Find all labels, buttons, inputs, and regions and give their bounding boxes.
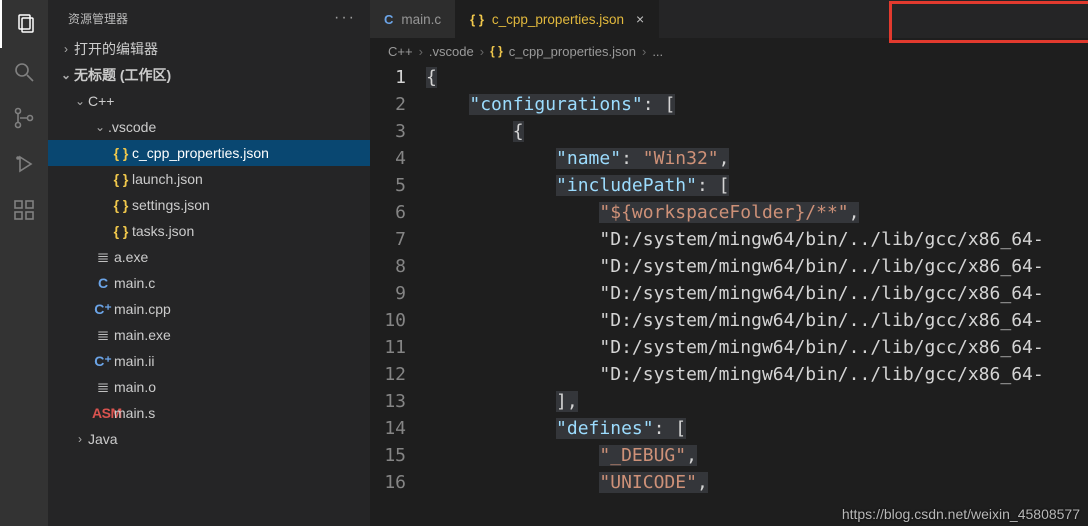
binary-file-icon — [92, 378, 114, 396]
binary-file-icon — [92, 326, 114, 344]
cpp-file-icon: C⁺ — [92, 301, 114, 318]
tab-label: c_cpp_properties.json — [492, 12, 624, 27]
file-label: main.ii — [114, 353, 154, 369]
file-label: a.exe — [114, 249, 148, 265]
file-label: tasks.json — [132, 223, 194, 239]
json-file-icon: { } — [490, 44, 503, 58]
file-label: main.c — [114, 275, 155, 291]
folder-label: Java — [88, 431, 118, 447]
file-launch-json[interactable]: { }launch.json — [48, 166, 370, 192]
file-c-cpp-properties[interactable]: { }c_cpp_properties.json — [48, 140, 370, 166]
file-label: settings.json — [132, 197, 210, 213]
tab-label: main.c — [401, 12, 441, 27]
files-icon[interactable] — [0, 0, 48, 48]
breadcrumb-part[interactable]: C++ — [388, 44, 413, 59]
file-main-s[interactable]: main.s — [48, 400, 370, 426]
file-label: launch.json — [132, 171, 203, 187]
close-icon[interactable]: × — [636, 11, 644, 27]
cpp-file-icon: C⁺ — [92, 353, 114, 370]
file-label: main.cpp — [114, 301, 171, 317]
json-file-icon: { } — [470, 12, 484, 27]
explorer-tree: ›打开的编辑器 ⌄无标题 (工作区) ⌄C++ ⌄.vscode { }c_cp… — [48, 36, 370, 526]
section-open-editors[interactable]: ›打开的编辑器 — [48, 36, 370, 62]
c-file-icon: C — [92, 275, 114, 291]
file-main-c[interactable]: Cmain.c — [48, 270, 370, 296]
source-control-icon[interactable] — [10, 104, 38, 132]
tab-c-cpp-properties[interactable]: { } c_cpp_properties.json × — [456, 0, 659, 38]
search-icon[interactable] — [10, 58, 38, 86]
file-main-exe[interactable]: main.exe — [48, 322, 370, 348]
extensions-icon[interactable] — [10, 196, 38, 224]
breadcrumb-part[interactable]: ... — [652, 44, 663, 59]
breadcrumb[interactable]: C++› .vscode› { } c_cpp_properties.json›… — [370, 38, 1088, 64]
sidebar: 资源管理器 ··· ›打开的编辑器 ⌄无标题 (工作区) ⌄C++ ⌄.vsco… — [48, 0, 370, 526]
folder-label: C++ — [88, 93, 114, 109]
folder-label: .vscode — [108, 119, 156, 135]
file-main-ii[interactable]: C⁺main.ii — [48, 348, 370, 374]
editor-area: C main.c { } c_cpp_properties.json × C++… — [370, 0, 1088, 526]
code-editor[interactable]: 12345678910111213141516 { "configuration… — [370, 64, 1088, 526]
debug-icon[interactable] — [10, 150, 38, 178]
folder-vscode[interactable]: ⌄.vscode — [48, 114, 370, 140]
folder-cpp[interactable]: ⌄C++ — [48, 88, 370, 114]
file-main-o[interactable]: main.o — [48, 374, 370, 400]
file-label: main.s — [114, 405, 155, 421]
binary-file-icon — [92, 248, 114, 266]
file-label: main.exe — [114, 327, 171, 343]
file-label: main.o — [114, 379, 156, 395]
file-settings-json[interactable]: { }settings.json — [48, 192, 370, 218]
tab-main-c[interactable]: C main.c — [370, 0, 456, 38]
activity-bar — [0, 0, 48, 526]
code-body[interactable]: { "configurations": [ { "name": "Win32",… — [426, 64, 1088, 526]
sidebar-header: 资源管理器 ··· — [48, 0, 370, 36]
editor-tabs: C main.c { } c_cpp_properties.json × — [370, 0, 1088, 38]
file-label: c_cpp_properties.json — [132, 145, 269, 161]
sidebar-title: 资源管理器 — [68, 10, 128, 27]
folder-java[interactable]: ›Java — [48, 426, 370, 452]
file-a-exe[interactable]: a.exe — [48, 244, 370, 270]
c-file-icon: C — [384, 12, 393, 27]
line-gutter: 12345678910111213141516 — [370, 64, 426, 526]
section-workspace[interactable]: ⌄无标题 (工作区) — [48, 62, 370, 88]
breadcrumb-part[interactable]: c_cpp_properties.json — [509, 44, 636, 59]
watermark: https://blog.csdn.net/weixin_45808577 — [842, 506, 1080, 522]
asm-file-icon — [92, 405, 114, 421]
file-tasks-json[interactable]: { }tasks.json — [48, 218, 370, 244]
breadcrumb-part[interactable]: .vscode — [429, 44, 474, 59]
sidebar-more-icon[interactable]: ··· — [334, 9, 356, 27]
file-main-cpp[interactable]: C⁺main.cpp — [48, 296, 370, 322]
